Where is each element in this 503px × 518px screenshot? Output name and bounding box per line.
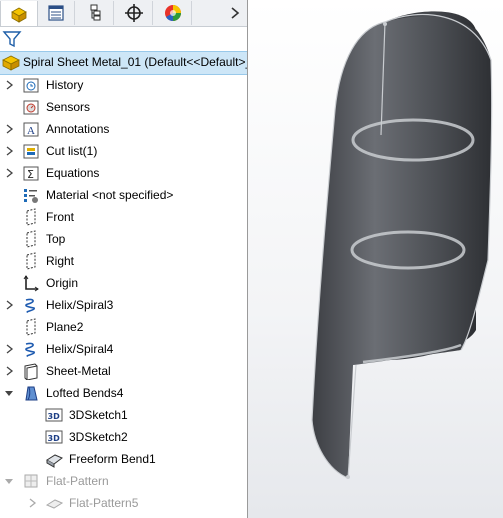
svg-text:A: A: [27, 125, 35, 137]
expand-right-icon[interactable]: [4, 145, 14, 157]
tree-item-label: Cut list(1): [46, 144, 98, 158]
tree-item-annotations[interactable]: A Annotations: [0, 118, 247, 140]
property-manager-icon: [48, 5, 64, 21]
tab-display-manager[interactable]: [155, 1, 192, 25]
tree-item-label: Equations: [46, 166, 100, 180]
origin-icon: [23, 275, 39, 292]
tab-configuration-manager[interactable]: [77, 1, 114, 25]
spiral-sheet-metal-model[interactable]: [248, 0, 503, 518]
tree-item-cut-list-1[interactable]: Cut list(1): [0, 140, 247, 162]
tree-root-part[interactable]: Spiral Sheet Metal_01 (Default<<Default>…: [0, 51, 247, 75]
3d-sketch-icon: 3D: [45, 408, 63, 422]
feature-manager-icon: [11, 7, 27, 23]
flat-pattern-feature-icon: [45, 499, 63, 509]
tree-item-front[interactable]: Front: [0, 206, 247, 228]
part-icon: [1, 54, 21, 75]
tree-item-label: Right: [46, 254, 75, 268]
cut-list-icon: [23, 144, 39, 159]
display-manager-icon: [165, 5, 181, 22]
configuration-manager-icon: [90, 4, 101, 21]
3d-sketch-icon: 3D: [45, 430, 63, 444]
equations-icon: Σ: [23, 166, 39, 181]
tree-item-lofted-bends4[interactable]: Lofted Bends4: [0, 382, 247, 404]
tree-item-3dsketch2[interactable]: 3D 3DSketch2: [0, 426, 247, 448]
tree-item-label: 3DSketch2: [69, 430, 128, 444]
tabs-more-button[interactable]: [226, 1, 244, 25]
tree-item-label: Sheet-Metal: [46, 364, 111, 378]
sheet-metal-icon: [24, 363, 38, 380]
lofted-bends-icon: [25, 386, 38, 401]
filter-button[interactable]: [2, 29, 22, 52]
tree-item-equations[interactable]: Σ Equations: [0, 162, 247, 184]
plane-icon: [26, 318, 36, 336]
tree-item-history[interactable]: History: [0, 74, 247, 96]
tree-item-label: Helix/Spiral4: [46, 342, 114, 356]
chevron-right-icon: [231, 7, 240, 19]
expand-right-icon[interactable]: [4, 365, 14, 377]
feature-manager-panel: Spiral Sheet Metal_01 (Default<<Default>…: [0, 0, 248, 518]
flat-pattern-icon: [24, 474, 38, 488]
tab-property-manager[interactable]: [38, 1, 75, 25]
plane-icon: [26, 208, 36, 226]
tree-item-helix-spiral3[interactable]: Helix/Spiral3: [0, 294, 247, 316]
svg-text:Σ: Σ: [27, 168, 34, 181]
expand-right-icon[interactable]: [4, 299, 14, 311]
helix-icon: [25, 298, 35, 313]
expand-right-icon[interactable]: [4, 343, 14, 355]
filter-bar: [0, 27, 247, 51]
tab-feature-manager[interactable]: [0, 1, 38, 26]
filter-icon: [2, 31, 22, 48]
svg-text:3D: 3D: [48, 412, 61, 421]
expand-down-icon[interactable]: [4, 475, 14, 487]
tree-item-right[interactable]: Right: [0, 250, 247, 272]
tree-item-label: Top: [46, 232, 66, 246]
tree-item-3dsketch1[interactable]: 3D 3DSketch1: [0, 404, 247, 426]
expand-right-icon[interactable]: [4, 123, 14, 135]
tree-item-label: History: [46, 78, 84, 92]
expand-right-icon[interactable]: [27, 497, 37, 509]
freeform-bend-icon: [46, 454, 63, 468]
graphics-viewport[interactable]: [248, 0, 503, 518]
plane-icon: [26, 230, 36, 248]
manager-tab-bar: [0, 0, 247, 27]
tree-item-label: Freeform Bend1: [69, 452, 156, 466]
plane-icon: [26, 252, 36, 270]
tree-item-label: Material <not specified>: [46, 188, 174, 202]
tree-item-flat-pattern5[interactable]: Flat-Pattern5: [0, 492, 247, 514]
tree-item-plane2[interactable]: Plane2: [0, 316, 247, 338]
tree-item-label: Helix/Spiral3: [46, 298, 114, 312]
helix-icon: [25, 342, 35, 357]
tree-item-sheet-metal[interactable]: Sheet-Metal: [0, 360, 247, 382]
expand-right-icon[interactable]: [4, 79, 14, 91]
annotations-icon: A: [23, 122, 39, 137]
expand-right-icon[interactable]: [4, 167, 14, 179]
sensors-icon: [23, 100, 39, 115]
tree-item-material-not-specified[interactable]: Material <not specified>: [0, 184, 247, 206]
tree-item-label: Flat-Pattern: [46, 474, 109, 488]
tree-item-helix-spiral4[interactable]: Helix/Spiral4: [0, 338, 247, 360]
tree-item-top[interactable]: Top: [0, 228, 247, 250]
svg-text:3D: 3D: [48, 434, 61, 443]
history-icon: [23, 78, 39, 93]
dimxpert-icon: [125, 4, 143, 22]
tree-item-origin[interactable]: Origin: [0, 272, 247, 294]
tree-item-label: Lofted Bends4: [46, 386, 124, 400]
part-name-label: Spiral Sheet Metal_01 (Default<<Default>…: [23, 55, 248, 69]
tree-item-label: Front: [46, 210, 75, 224]
tree-item-freeform-bend1[interactable]: Freeform Bend1: [0, 448, 247, 470]
tree-item-label: Sensors: [46, 100, 91, 114]
tree-item-label: Flat-Pattern5: [69, 496, 139, 510]
tab-dimxpert-manager[interactable]: [116, 1, 153, 25]
expand-down-icon[interactable]: [4, 387, 14, 399]
material-icon: [24, 189, 38, 203]
tree-item-label: 3DSketch1: [69, 408, 128, 422]
tree-item-label: Origin: [46, 276, 79, 290]
tree-item-flat-pattern[interactable]: Flat-Pattern: [0, 470, 247, 492]
tree-item-sensors[interactable]: Sensors: [0, 96, 247, 118]
tree-item-label: Plane2: [46, 320, 84, 334]
tree-item-label: Annotations: [46, 122, 110, 136]
